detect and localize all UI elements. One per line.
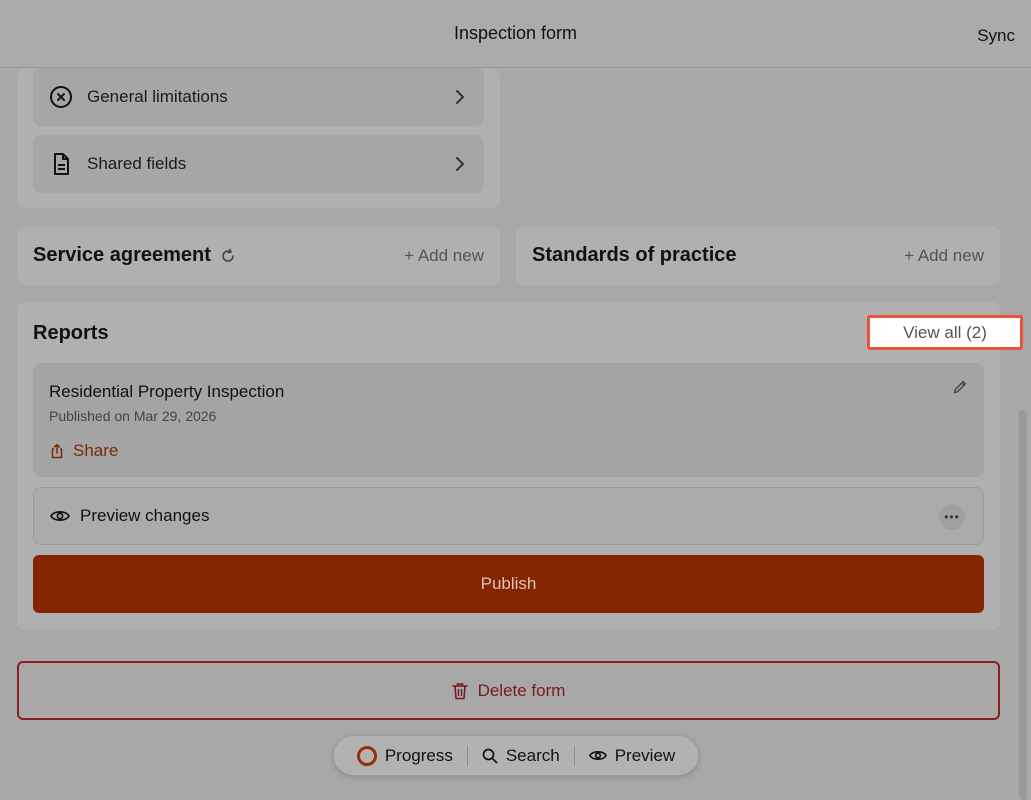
eye-icon: [588, 750, 607, 761]
add-service-agreement-button[interactable]: + Add new: [404, 246, 484, 266]
search-button[interactable]: Search: [468, 746, 574, 766]
share-label: Share: [73, 441, 119, 460]
preview-label: Preview: [614, 745, 676, 765]
share-icon: [51, 443, 63, 459]
publish-button[interactable]: Publish: [33, 555, 984, 613]
scrollbar[interactable]: [1019, 410, 1027, 800]
chevron-right-icon: [456, 90, 465, 104]
standards-title: Standards of practice: [532, 244, 737, 266]
shared-fields-label: Shared fields: [87, 154, 187, 173]
view-all-reports-button[interactable]: View all (2): [867, 315, 1023, 350]
more-options-button[interactable]: •••: [939, 504, 965, 530]
service-agreement-card: Service agreement + Add new: [17, 226, 500, 285]
pencil-icon[interactable]: [952, 379, 968, 395]
progress-button[interactable]: Progress: [343, 745, 467, 766]
general-limitations-item[interactable]: General limitations: [33, 68, 484, 126]
refresh-icon[interactable]: [220, 248, 236, 264]
chevron-right-icon: [456, 157, 465, 171]
reports-title: Reports: [33, 322, 109, 344]
sync-button[interactable]: Sync: [977, 26, 1015, 46]
progress-label: Progress: [384, 745, 453, 765]
delete-form-label: Delete form: [477, 680, 566, 700]
page-title: Inspection form: [453, 23, 578, 43]
share-button[interactable]: Share: [49, 441, 118, 461]
trash-icon: [451, 682, 468, 699]
report-title: Residential Property Inspection: [49, 382, 285, 401]
add-standards-button[interactable]: + Add new: [904, 246, 984, 266]
search-icon: [482, 748, 498, 763]
shared-fields-item[interactable]: Shared fields: [33, 135, 484, 193]
standards-card: Standards of practice + Add new: [516, 226, 1000, 285]
progress-ring-icon: [356, 745, 377, 766]
general-limitations-label: General limitations: [87, 87, 228, 106]
x-circle-icon: [50, 86, 72, 108]
report-published-date: Published on Mar 29, 2026: [49, 408, 217, 424]
preview-changes-row[interactable]: Preview changes •••: [33, 487, 984, 545]
report-item[interactable]: Residential Property Inspection Publishe…: [33, 363, 984, 477]
preview-button[interactable]: Preview: [575, 746, 689, 766]
service-agreement-title-text: Service agreement: [33, 244, 211, 266]
eye-icon: [50, 511, 70, 521]
delete-form-button[interactable]: Delete form: [17, 661, 1000, 720]
search-label: Search: [505, 745, 560, 765]
service-agreement-title: Service agreement: [33, 244, 236, 267]
document-icon: [54, 153, 69, 175]
top-bar: Inspection form Sync: [0, 0, 1031, 68]
bottom-nav: Progress Search Preview: [333, 735, 699, 776]
preview-changes-label: Preview changes: [80, 506, 210, 525]
